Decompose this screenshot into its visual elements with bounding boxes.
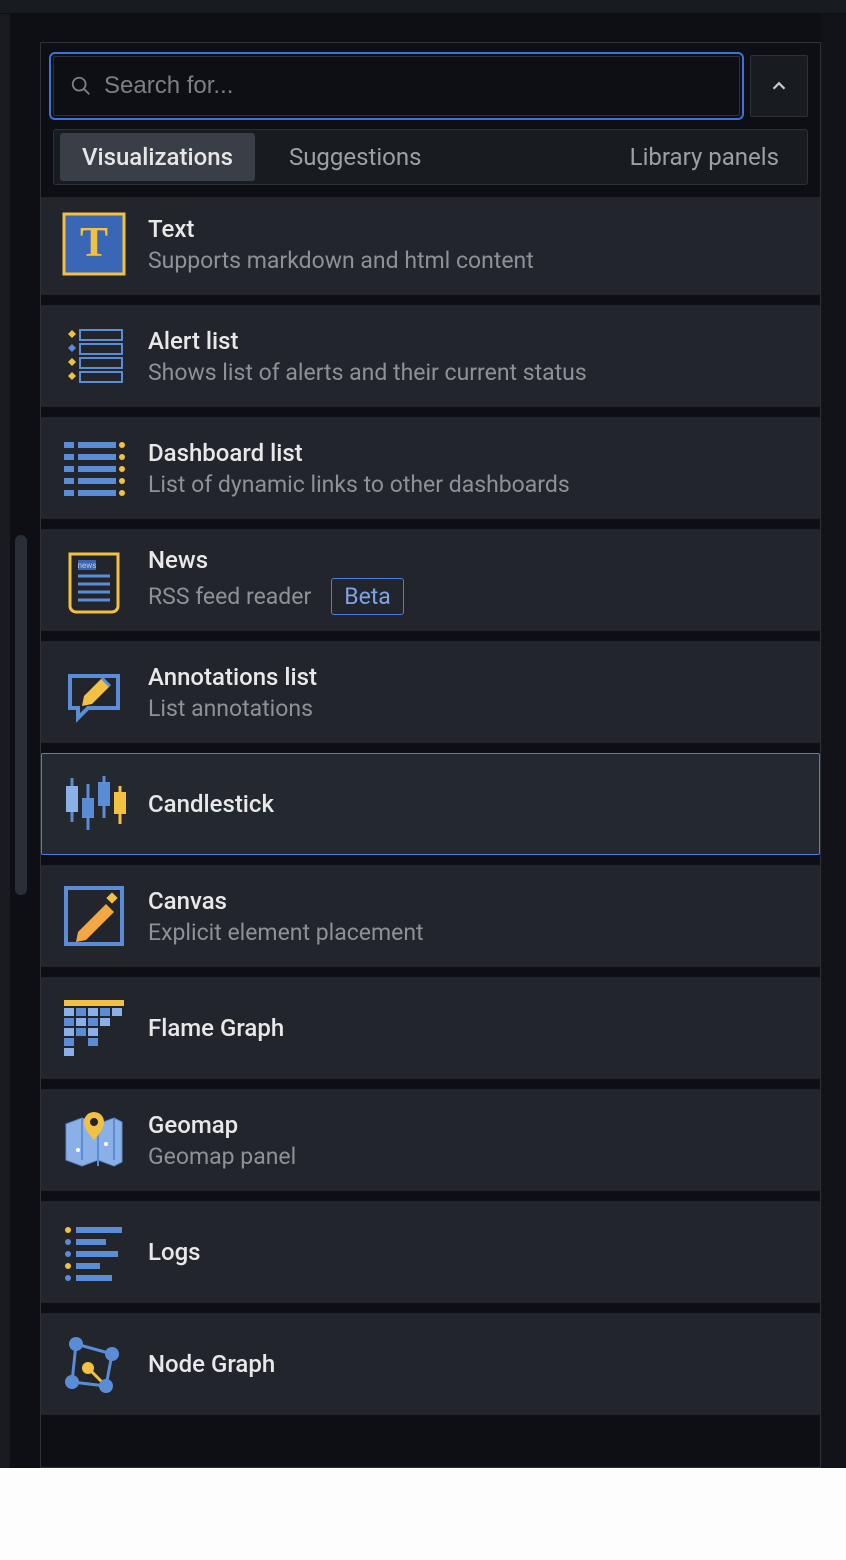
- item-desc: Geomap panel: [148, 1143, 803, 1170]
- list-item-news[interactable]: news News RSS feed reader Beta: [41, 529, 820, 631]
- dashboard-list-icon: [58, 432, 130, 504]
- item-title: Annotations list: [148, 663, 803, 691]
- item-title: Candlestick: [148, 790, 803, 818]
- search-icon: [70, 75, 92, 97]
- flame-graph-icon: [58, 992, 130, 1064]
- tab-visualizations[interactable]: Visualizations: [60, 133, 255, 181]
- visualization-list: T Text Supports markdown and html conten…: [41, 197, 820, 1475]
- item-desc: Shows list of alerts and their current s…: [148, 359, 803, 386]
- list-item-flame[interactable]: Flame Graph: [41, 977, 820, 1079]
- collapse-button[interactable]: [750, 55, 808, 117]
- visualization-picker-panel: Visualizations Suggestions Library panel…: [40, 42, 821, 1468]
- list-item-geomap[interactable]: Geomap Geomap panel: [41, 1089, 820, 1191]
- svg-text:news: news: [78, 561, 97, 570]
- item-title: Logs: [148, 1238, 803, 1266]
- tab-library-panels[interactable]: Library panels: [608, 133, 801, 181]
- search-row: [41, 43, 820, 117]
- tab-suggestions[interactable]: Suggestions: [267, 133, 444, 181]
- beta-badge: Beta: [331, 578, 404, 615]
- chevron-up-icon: [768, 75, 790, 97]
- item-title: Dashboard list: [148, 439, 803, 467]
- top-window-bar: [0, 0, 846, 14]
- item-title: Node Graph: [148, 1350, 803, 1378]
- canvas-icon: [58, 880, 130, 952]
- item-desc: List of dynamic links to other dashboard…: [148, 471, 803, 498]
- item-title: Flame Graph: [148, 1014, 803, 1042]
- list-item-dashboard[interactable]: Dashboard list List of dynamic links to …: [41, 417, 820, 519]
- svg-text:T: T: [80, 220, 108, 266]
- item-title: Geomap: [148, 1111, 803, 1139]
- news-icon: news: [58, 544, 130, 616]
- list-item-alert[interactable]: Alert list Shows list of alerts and thei…: [41, 305, 820, 407]
- list-item-node[interactable]: Node Graph: [41, 1313, 820, 1415]
- logs-icon: [58, 1216, 130, 1288]
- scrollbar-thumb[interactable]: [15, 535, 27, 895]
- list-item-canvas[interactable]: Canvas Explicit element placement: [41, 865, 820, 967]
- annotations-icon: [58, 656, 130, 728]
- list-item-logs[interactable]: Logs: [41, 1201, 820, 1303]
- search-input[interactable]: [104, 72, 723, 100]
- item-title: Canvas: [148, 887, 803, 915]
- text-icon: T: [58, 208, 130, 280]
- left-sidebar-strip: [0, 14, 10, 1560]
- list-item-annotations[interactable]: Annotations list List annotations: [41, 641, 820, 743]
- item-desc: List annotations: [148, 695, 803, 722]
- item-desc: Explicit element placement: [148, 919, 803, 946]
- candlestick-icon: [58, 768, 130, 840]
- list-item-candlestick[interactable]: Candlestick: [41, 753, 820, 855]
- search-input-container[interactable]: [53, 56, 740, 116]
- item-desc: RSS feed reader: [148, 583, 311, 610]
- node-graph-icon: [58, 1328, 130, 1400]
- item-title: News: [148, 546, 208, 574]
- item-desc: Supports markdown and html content: [148, 247, 803, 274]
- item-title: Text: [148, 215, 803, 243]
- tabs-row: Visualizations Suggestions Library panel…: [53, 129, 808, 185]
- page-footer-area: [0, 1468, 846, 1560]
- list-item-text[interactable]: T Text Supports markdown and html conten…: [41, 197, 820, 295]
- alert-list-icon: [58, 320, 130, 392]
- item-title: Alert list: [148, 327, 803, 355]
- right-gutter: [821, 14, 846, 1468]
- geomap-icon: [58, 1104, 130, 1176]
